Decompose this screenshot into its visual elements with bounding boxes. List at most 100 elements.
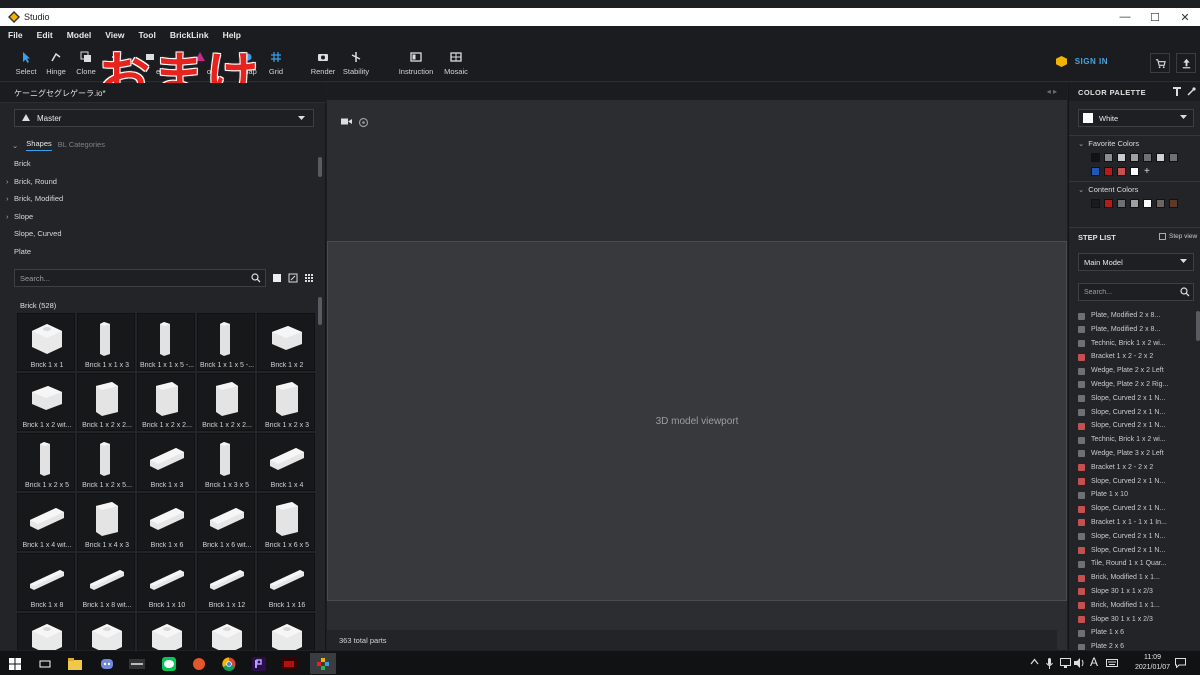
brick-tile[interactable]	[197, 613, 255, 650]
step-list-item[interactable]: Plate 1 x 10	[1069, 488, 1197, 502]
chrome-button[interactable]	[220, 655, 238, 672]
cart-button[interactable]	[1150, 53, 1170, 73]
step-list-item[interactable]: Slope, Curved 2 x 1 N...	[1069, 502, 1197, 516]
brick-tile[interactable]: Brick 1 x 3	[137, 433, 195, 491]
discord-button[interactable]	[98, 655, 116, 672]
upload-button[interactable]	[1176, 53, 1196, 73]
step-list-item[interactable]: Brick, Modified 1 x 1...	[1069, 599, 1197, 613]
menu-model[interactable]: Model	[67, 30, 92, 40]
rotate-icon[interactable]	[358, 117, 369, 128]
tab-shapes[interactable]: Shapes	[26, 139, 52, 151]
category-scrollbar[interactable]	[318, 157, 322, 177]
stability-button[interactable]: Stability	[336, 50, 376, 76]
brick-tile[interactable]: Brick 1 x 2 wit...	[17, 373, 75, 431]
brick-tile[interactable]: Brick 1 x 2 x 5	[17, 433, 75, 491]
next-app-button[interactable]	[128, 655, 146, 672]
document-tab[interactable]: ケーニグセグレゲーラ.io*	[0, 83, 326, 103]
add-color-icon[interactable]: +	[1144, 167, 1150, 177]
menu-tool[interactable]: Tool	[139, 30, 156, 40]
color-swatch[interactable]	[1169, 199, 1178, 208]
step-list-item[interactable]: Bracket 1 x 2 - 2 x 2	[1069, 350, 1197, 364]
ime-indicator[interactable]: A	[1090, 655, 1098, 669]
color-swatch[interactable]	[1169, 153, 1178, 162]
step-list-item[interactable]: Wedge, Plate 2 x 2 Rig...	[1069, 378, 1197, 392]
microphone-icon[interactable]	[1046, 658, 1053, 671]
color-swatch[interactable]	[1104, 199, 1113, 208]
checkbox[interactable]	[1159, 233, 1166, 240]
color-swatch[interactable]	[1156, 199, 1165, 208]
step-list-scrollbar[interactable]	[1196, 311, 1200, 341]
step-list-item[interactable]: Slope, Curved 2 x 1 N...	[1069, 419, 1197, 433]
tab-bl-categories[interactable]: BL Categories	[58, 140, 105, 151]
instruction-button[interactable]: Instruction	[396, 50, 436, 76]
square-view-icon[interactable]	[272, 273, 282, 283]
app-button[interactable]	[190, 655, 208, 672]
edit-view-icon[interactable]	[288, 273, 298, 283]
pin-icon[interactable]	[1173, 87, 1181, 96]
step-list-item[interactable]: Tile, Round 1 x 1 Quar...	[1069, 557, 1197, 571]
grid-view-icon[interactable]	[304, 273, 314, 283]
step-list-item[interactable]: Slope, Curved 2 x 1 N...	[1069, 530, 1197, 544]
brick-tile[interactable]: Brick 1 x 2	[257, 313, 315, 371]
brick-tile[interactable]: Brick 1 x 1 x 5 -...	[137, 313, 195, 371]
step-list-item[interactable]: Plate 2 x 6	[1069, 640, 1197, 650]
step-list-item[interactable]: Bracket 1 x 1 - 1 x 1 In...	[1069, 516, 1197, 530]
brick-tile[interactable]	[257, 613, 315, 650]
brick-tile[interactable]: Brick 1 x 6 x 5	[257, 493, 315, 551]
notification-icon[interactable]	[1175, 658, 1186, 670]
3d-viewport[interactable]: 3D model viewport 363 total parts	[327, 101, 1067, 650]
favorite-colors-title[interactable]: ⌄ Favorite Colors	[1078, 139, 1139, 148]
brick-tile[interactable]: Brick 1 x 4 wit...	[17, 493, 75, 551]
color-swatch[interactable]	[1104, 153, 1113, 162]
maximize-button[interactable]: ☐	[1140, 8, 1170, 26]
keyboard-icon[interactable]	[1106, 658, 1118, 670]
brick-grid-scrollbar[interactable]	[318, 297, 322, 325]
brick-tile[interactable]: Brick 1 x 6 wit...	[197, 493, 255, 551]
category-item[interactable]: › Brick, Round	[0, 173, 326, 191]
step-view-toggle[interactable]: Step view	[1159, 233, 1197, 240]
brick-tile[interactable]: Brick 1 x 8	[17, 553, 75, 611]
brick-tile[interactable]: Brick 1 x 2 x 2...	[77, 373, 135, 431]
palette-select[interactable]: Master	[14, 109, 314, 127]
step-list-item[interactable]: Slope 30 1 x 1 x 2/3	[1069, 613, 1197, 627]
mosaic-button[interactable]: Mosaic	[436, 50, 476, 76]
brick-tile[interactable]	[17, 613, 75, 650]
menu-file[interactable]: File	[8, 30, 23, 40]
brick-tile[interactable]: Brick 1 x 2 x 2...	[197, 373, 255, 431]
step-list-item[interactable]: Wedge, Plate 3 x 2 Left	[1069, 447, 1197, 461]
system-clock[interactable]: 11:09 2021/01/07	[1135, 653, 1170, 673]
step-list-item[interactable]: Slope, Curved 2 x 1 N...	[1069, 406, 1197, 420]
color-swatch[interactable]	[1156, 153, 1165, 162]
minimize-button[interactable]: —	[1110, 8, 1140, 26]
line-button[interactable]	[160, 655, 178, 672]
color-swatch[interactable]	[1091, 153, 1100, 162]
category-item[interactable]: Plate	[0, 243, 326, 261]
premiere-button[interactable]	[250, 655, 268, 672]
network-icon[interactable]	[1060, 658, 1071, 670]
brick-tile[interactable]: Brick 1 x 12	[197, 553, 255, 611]
color-swatch[interactable]	[1130, 153, 1139, 162]
step-list-item[interactable]: Bracket 1 x 2 - 2 x 2	[1069, 461, 1197, 475]
step-list-item[interactable]: Plate, Modified 2 x 8...	[1069, 323, 1197, 337]
brick-tile[interactable]	[77, 613, 135, 650]
step-list-item[interactable]: Wedge, Plate 2 x 2 Left	[1069, 364, 1197, 378]
close-button[interactable]: ✕	[1170, 8, 1200, 26]
category-item[interactable]: › Slope	[0, 208, 326, 226]
color-swatch[interactable]	[1130, 167, 1139, 176]
step-list-item[interactable]: Slope, Curved 2 x 1 N...	[1069, 544, 1197, 558]
brick-tile[interactable]: Brick 1 x 2 x 5...	[77, 433, 135, 491]
brick-tile[interactable]: Brick 1 x 2 x 2...	[137, 373, 195, 431]
parts-search-field[interactable]	[14, 269, 266, 287]
menu-edit[interactable]: Edit	[37, 30, 53, 40]
step-search-input[interactable]	[1079, 284, 1179, 300]
chevron-up-icon[interactable]	[1030, 658, 1039, 667]
file-explorer-button[interactable]	[66, 655, 84, 672]
step-list-item[interactable]: Technic, Brick 1 x 2 wi...	[1069, 337, 1197, 351]
brick-tile[interactable]: Brick 1 x 4 x 3	[77, 493, 135, 551]
brick-tile[interactable]: Brick 1 x 8 wit...	[77, 553, 135, 611]
brick-tile[interactable]: Brick 1 x 10	[137, 553, 195, 611]
color-swatch[interactable]	[1091, 199, 1100, 208]
step-list-item[interactable]: Slope 30 1 x 1 x 2/3	[1069, 585, 1197, 599]
brick-tile[interactable]: Brick 1 x 3 x 5	[197, 433, 255, 491]
brick-tile[interactable]: Brick 1 x 4	[257, 433, 315, 491]
